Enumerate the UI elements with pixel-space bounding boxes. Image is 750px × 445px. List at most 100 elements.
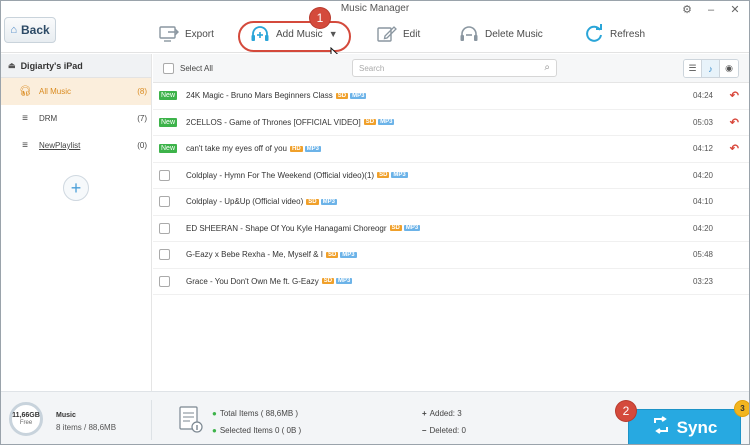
storage-gauge: 11,66GB Free	[9, 402, 43, 436]
back-label: Back	[20, 23, 50, 37]
song-title: Coldplay - Up&Up (Official video)	[186, 197, 304, 207]
song-title: ED SHEERAN - Shape Of You Kyle Hanagami …	[186, 223, 387, 233]
edit-button[interactable]: Edit	[377, 23, 420, 45]
sidebar-item-drm[interactable]: ≡ DRM (7)	[1, 105, 151, 132]
divider	[151, 400, 152, 440]
artist-view-icon[interactable]: ♪	[702, 60, 720, 77]
plus-icon: +	[422, 409, 427, 418]
close-icon[interactable]: ✕	[729, 3, 741, 16]
refresh-label: Refresh	[610, 28, 646, 40]
format-badge: MP3	[336, 278, 353, 285]
back-button[interactable]: ⌂ Back	[4, 17, 56, 43]
plus-icon: +	[70, 177, 82, 198]
format-badge: MP3	[391, 172, 408, 179]
added-count: + Added: 3	[422, 409, 462, 418]
edit-icon	[377, 24, 397, 44]
music-manager-window: Music Manager ⚙ – ✕ ⌂ Back Export Add Mu…	[0, 0, 750, 445]
song-title: G-Eazy x Bebe Rexha - Me, Myself & I	[186, 250, 323, 260]
eject-icon[interactable]: ⏏	[8, 61, 16, 70]
bullet-icon: ●	[212, 409, 217, 418]
sidebar-item-count: (0)	[137, 141, 147, 150]
category-label: Music	[56, 412, 76, 419]
quality-badge: SD	[306, 198, 319, 205]
sidebar: ⏏ Digiarty's iPad 🎧︎ All Music (8) ≡ DRM…	[1, 54, 152, 391]
format-badge: MP3	[340, 251, 357, 258]
sync-button[interactable]: Sync	[628, 409, 741, 444]
sync-icon	[652, 416, 670, 439]
minimize-icon[interactable]: –	[705, 4, 717, 16]
table-row[interactable]: Coldplay - Hymn For The Weekend (Officia…	[153, 163, 749, 189]
toolbar: Music Manager ⚙ – ✕ ⌂ Back Export Add Mu…	[1, 1, 749, 53]
undo-icon[interactable]: ↶	[730, 116, 739, 129]
window-title: Music Manager	[340, 3, 410, 14]
table-row[interactable]: New 2CELLOS - Game of Thrones [OFFICIAL …	[153, 110, 749, 136]
quality-badge: SD	[325, 251, 339, 258]
music-list-panel: Select All ⌕ ☰ ♪ ◉ New 24K Magic - Bruno…	[153, 54, 749, 391]
settings-icon[interactable]: ⚙	[681, 3, 693, 16]
step-2-badge: 2	[616, 401, 636, 421]
row-checkbox[interactable]	[159, 169, 170, 181]
export-label: Export	[185, 28, 214, 40]
sidebar-item-count: (7)	[137, 114, 147, 123]
table-row[interactable]: Coldplay - Up&Up (Official video) SD MP3…	[153, 189, 749, 216]
home-icon: ⌂	[10, 24, 17, 36]
list-view-icon[interactable]: ☰	[684, 60, 702, 77]
song-duration: 04:24	[692, 91, 713, 101]
select-all-checkbox[interactable]	[163, 62, 174, 74]
row-checkbox[interactable]	[159, 275, 170, 287]
format-badge: MP3	[304, 145, 322, 152]
table-row[interactable]: ED SHEERAN - Shape Of You Kyle Hanagami …	[153, 216, 749, 242]
row-checkbox[interactable]	[159, 249, 170, 261]
sync-label: Sync	[676, 417, 718, 437]
row-checkbox[interactable]	[159, 196, 170, 208]
undo-icon[interactable]: ↶	[730, 89, 739, 102]
search-icon[interactable]: ⌕	[544, 62, 550, 73]
song-duration: 04:10	[692, 197, 713, 207]
quality-badge: SD	[335, 92, 349, 99]
table-row[interactable]: New 24K Magic - Bruno Mars Beginners Cla…	[153, 83, 749, 110]
step-1-badge: 1	[310, 8, 330, 28]
refresh-icon	[584, 24, 604, 44]
sidebar-item-all-music[interactable]: 🎧︎ All Music (8)	[1, 78, 151, 105]
free-size: 11,66GB	[12, 411, 40, 419]
row-checkbox[interactable]	[159, 222, 170, 234]
list-header: Select All ⌕ ☰ ♪ ◉	[153, 54, 749, 83]
table-row[interactable]: New can't take my eyes off of you HD MP3…	[153, 136, 749, 163]
selected-items: ● Selected Items 0 ( 0B )	[212, 426, 302, 435]
quality-badge: SD	[363, 119, 377, 126]
format-badge: MP3	[403, 225, 421, 232]
select-all-label[interactable]: Select All	[180, 64, 213, 73]
add-playlist-button[interactable]: +	[63, 175, 89, 201]
playlist-icon: ≡	[22, 140, 28, 151]
device-header[interactable]: ⏏ Digiarty's iPad	[1, 54, 151, 78]
edit-label: Edit	[403, 28, 421, 40]
view-switcher: ☰ ♪ ◉	[683, 59, 739, 78]
sidebar-item-newplaylist[interactable]: ≡ NewPlaylist (0)	[1, 132, 151, 159]
delete-music-label: Delete Music	[485, 28, 543, 40]
song-title: 2CELLOS - Game of Thrones [OFFICIAL VIDE…	[186, 117, 361, 127]
free-label: Free	[19, 419, 33, 426]
category-summary: 8 items / 88,6MB	[56, 423, 117, 432]
table-row[interactable]: Grace - You Don't Own Me ft. G-Eazy SD M…	[153, 269, 749, 295]
refresh-button[interactable]: Refresh	[584, 23, 645, 45]
device-name: Digiarty's iPad	[20, 60, 83, 71]
song-duration: 04:20	[692, 170, 713, 180]
export-icon	[159, 24, 179, 44]
delete-music-button[interactable]: Delete Music	[459, 23, 543, 45]
export-button[interactable]: Export	[159, 23, 214, 45]
new-badge: New	[159, 117, 178, 127]
sidebar-item-count: (8)	[137, 87, 147, 96]
song-title: can't take my eyes off of you	[186, 144, 287, 154]
quality-badge: SD	[321, 278, 335, 285]
sidebar-item-label: NewPlaylist	[39, 141, 81, 150]
undo-icon[interactable]: ↶	[730, 142, 739, 155]
search-input[interactable]	[359, 63, 529, 73]
headphones-icon: 🎧︎	[19, 86, 32, 97]
format-badge: MP3	[350, 92, 367, 99]
sync-count-badge: 3	[734, 400, 749, 417]
deleted-count: – Deleted: 0	[422, 426, 466, 435]
table-row[interactable]: G-Eazy x Bebe Rexha - Me, Myself & I SD …	[153, 242, 749, 269]
window-controls: ⚙ – ✕	[681, 3, 741, 17]
album-view-icon[interactable]: ◉	[720, 60, 738, 77]
delete-headphones-icon	[459, 24, 479, 44]
